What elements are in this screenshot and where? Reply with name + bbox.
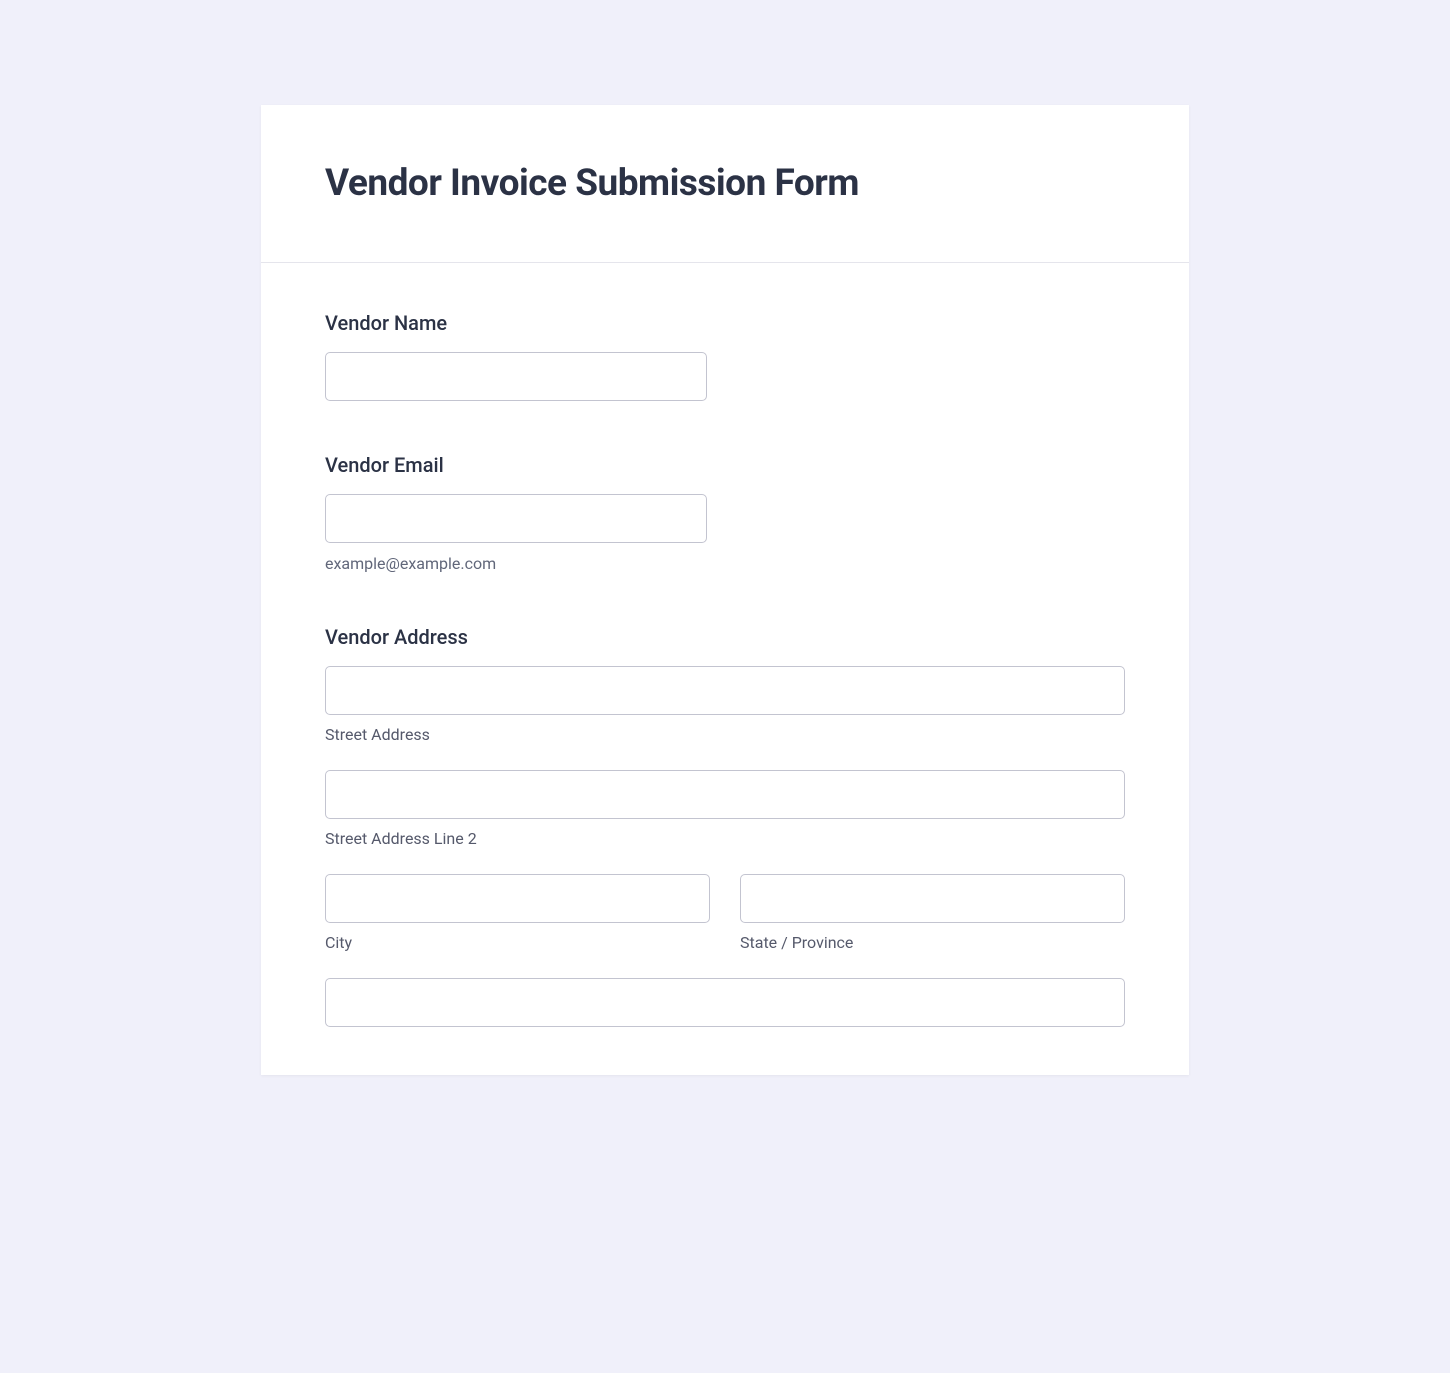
vendor-email-label: Vendor Email xyxy=(325,453,1125,477)
state-sublabel: State / Province xyxy=(740,933,1125,952)
street-address-input[interactable] xyxy=(325,666,1125,715)
field-vendor-name: Vendor Name xyxy=(325,311,1125,401)
vendor-email-hint: example@example.com xyxy=(325,554,1125,573)
street-address-2-sublabel: Street Address Line 2 xyxy=(325,829,1125,848)
form-title: Vendor Invoice Submission Form xyxy=(325,162,1125,205)
field-vendor-email: Vendor Email example@example.com xyxy=(325,453,1125,573)
street-address-2-input[interactable] xyxy=(325,770,1125,819)
address-city-col: City xyxy=(325,874,710,952)
vendor-address-label: Vendor Address xyxy=(325,625,1125,649)
form-header: Vendor Invoice Submission Form xyxy=(261,105,1189,263)
vendor-name-label: Vendor Name xyxy=(325,311,1125,335)
vendor-email-input[interactable] xyxy=(325,494,707,543)
address-street2-row: Street Address Line 2 xyxy=(325,770,1125,848)
state-input[interactable] xyxy=(740,874,1125,923)
form-container: Vendor Invoice Submission Form Vendor Na… xyxy=(261,105,1189,1075)
address-state-col: State / Province xyxy=(740,874,1125,952)
street-address-sublabel: Street Address xyxy=(325,725,1125,744)
city-sublabel: City xyxy=(325,933,710,952)
field-vendor-address: Vendor Address Street Address Street Add… xyxy=(325,625,1125,1027)
address-city-state-row: City State / Province xyxy=(325,874,1125,952)
form-body: Vendor Name Vendor Email example@example… xyxy=(261,263,1189,1075)
city-input[interactable] xyxy=(325,874,710,923)
vendor-name-input[interactable] xyxy=(325,352,707,401)
address-extra-row xyxy=(325,978,1125,1027)
extra-address-input[interactable] xyxy=(325,978,1125,1027)
address-street1-row: Street Address xyxy=(325,666,1125,744)
